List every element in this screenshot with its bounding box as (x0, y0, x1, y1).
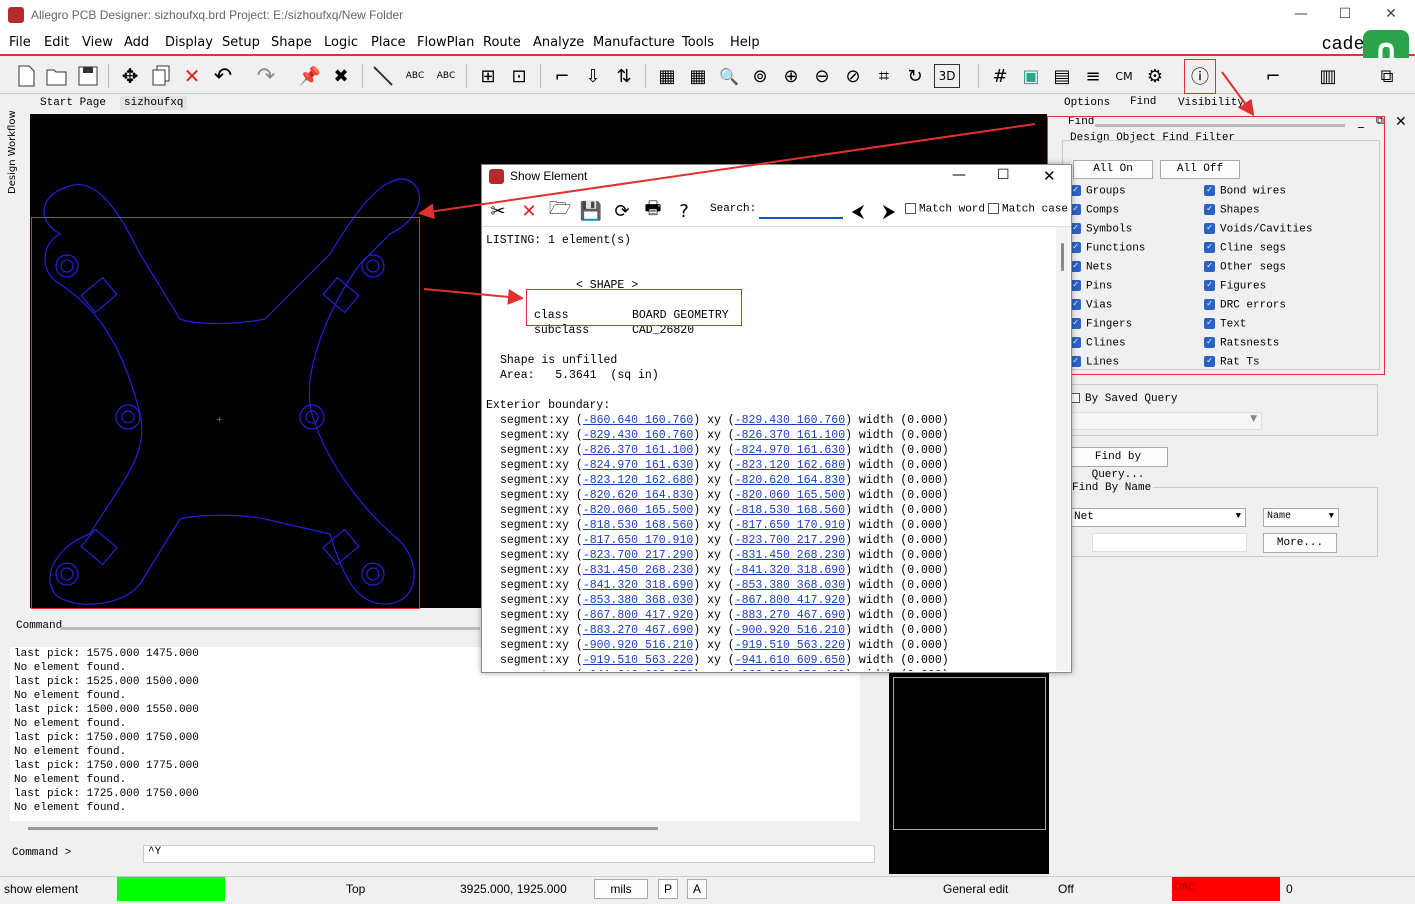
status-bar: show element Top 3925.000, 1925.000 mils… (0, 876, 1415, 902)
status-layer: Top (346, 882, 366, 896)
drc-count: 0 (1286, 882, 1293, 896)
status-off: Off (1058, 882, 1074, 896)
p-button[interactable]: P (658, 879, 678, 899)
annotation-arrows (418, 71, 1255, 305)
status-mode: General edit (943, 882, 1009, 896)
arrow-to-class (423, 288, 524, 305)
a-button[interactable]: A (687, 879, 707, 899)
drc-indicator[interactable]: DRC (1172, 877, 1280, 901)
drc-label: DRC (1174, 882, 1196, 893)
arrow-to-find (1221, 71, 1255, 117)
status-command: show element (4, 882, 79, 896)
units-button[interactable]: mils (594, 879, 648, 899)
status-idle-indicator (117, 877, 225, 901)
arrow-to-board (418, 123, 1036, 220)
status-coords: 3925.000, 1925.000 (460, 882, 567, 896)
